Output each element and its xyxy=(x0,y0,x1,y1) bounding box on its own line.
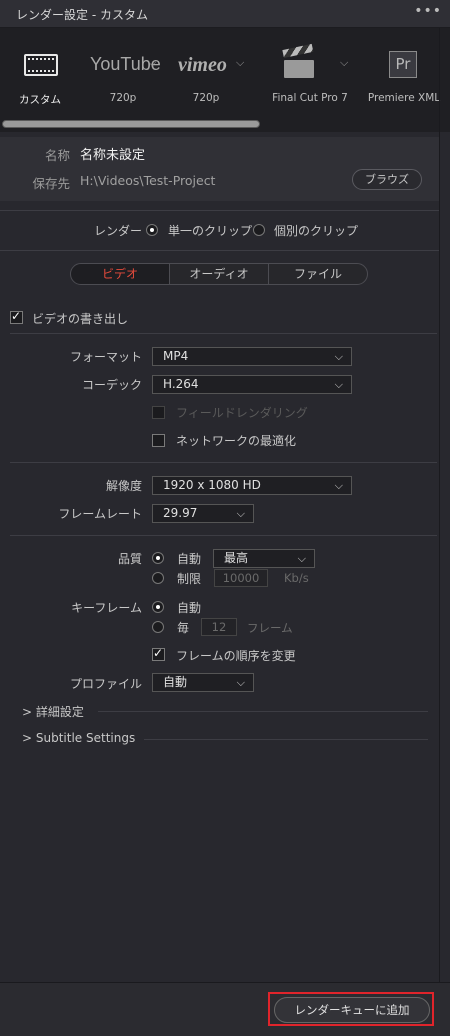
framerate-value: 29.97 xyxy=(163,506,198,520)
more-options-button[interactable]: ••• xyxy=(414,3,442,19)
network-optimization-label: ネットワークの最適化 xyxy=(176,434,297,448)
profile-dropdown[interactable]: 自動 ⌵ xyxy=(152,673,254,692)
keyframe-auto-label: 自動 xyxy=(177,601,202,615)
divider xyxy=(144,739,428,740)
network-optimization-checkbox[interactable] xyxy=(152,434,165,447)
quality-auto-radio[interactable] xyxy=(152,552,164,564)
bitrate-unit: Kb/s xyxy=(284,571,309,585)
keyframe-label: キーフレーム xyxy=(71,601,142,615)
divider xyxy=(10,535,437,536)
preset-label-premiere: Premiere XML xyxy=(367,92,441,104)
divider xyxy=(0,250,440,251)
preset-custom[interactable]: カスタム xyxy=(2,28,78,118)
codec-label: コーデック xyxy=(81,378,142,392)
chevron-down-icon[interactable]: ⌵ xyxy=(236,56,244,70)
frame-reorder-checkbox[interactable] xyxy=(152,646,165,661)
tab-audio[interactable]: オーディオ xyxy=(169,263,269,285)
window-title: レンダー設定 - カスタム xyxy=(16,8,148,22)
chevron-down-icon: ⌵ xyxy=(334,479,343,492)
export-video-label: ビデオの書き出し xyxy=(32,312,129,326)
browse-button[interactable]: ブラウズ xyxy=(352,169,422,190)
film-icon xyxy=(24,54,58,76)
keyframe-unit: フレーム xyxy=(247,621,293,635)
render-label: レンダー xyxy=(94,224,143,238)
quality-auto-label: 自動 xyxy=(177,552,202,566)
chevron-down-icon[interactable]: ⌵ xyxy=(340,56,348,70)
preset-scrollbar[interactable] xyxy=(2,120,260,128)
quality-level-dropdown[interactable]: 最高 ⌵ xyxy=(213,549,315,568)
quality-limit-label: 制限 xyxy=(177,572,202,586)
subtitle-settings-toggle[interactable]: > Subtitle Settings xyxy=(22,731,135,745)
preset-label-vimeo: 720p xyxy=(192,92,220,104)
preset-label-custom: カスタム xyxy=(19,94,61,106)
preset-vimeo[interactable]: vimeo ⌵ 720p xyxy=(166,28,246,118)
divider xyxy=(10,333,437,334)
vimeo-logo-icon: vimeo xyxy=(178,54,227,76)
preset-youtube[interactable]: YouTube ⌵ 720p xyxy=(80,28,166,118)
chevron-down-icon: ⌵ xyxy=(236,676,245,689)
profile-label: プロファイル xyxy=(69,677,142,691)
location-field[interactable]: H:\Videos\Test-Project xyxy=(80,173,215,188)
location-label: 保存先 xyxy=(32,176,70,191)
name-field[interactable]: 名称未設定 xyxy=(80,144,145,163)
keyframe-auto-radio[interactable] xyxy=(152,601,164,613)
format-label: フォーマット xyxy=(69,350,142,364)
tab-file-label: ファイル xyxy=(293,267,342,281)
render-single-label: 単一のクリップ xyxy=(168,224,253,238)
tab-video-label: ビデオ xyxy=(101,267,138,281)
chevron-down-icon: ⌵ xyxy=(334,350,343,363)
divider xyxy=(10,462,437,463)
advanced-settings-toggle[interactable]: > 詳細設定 xyxy=(22,703,84,720)
chevron-down-icon: ⌵ xyxy=(297,552,306,565)
chevron-down-icon: ⌵ xyxy=(334,378,343,391)
panel-edge xyxy=(439,28,440,982)
render-individual-label: 個別のクリップ xyxy=(274,224,359,238)
divider xyxy=(0,210,440,211)
bitrate-input[interactable]: 10000 xyxy=(214,569,268,587)
tab-video[interactable]: ビデオ xyxy=(70,263,170,285)
preset-final-cut-pro[interactable]: ⌵ Final Cut Pro 7 xyxy=(258,28,362,118)
divider xyxy=(98,711,428,712)
subtitle-settings-label: Subtitle Settings xyxy=(35,731,136,745)
framerate-label: フレームレート xyxy=(58,507,142,521)
chevron-right-icon: > xyxy=(22,731,33,745)
keyframe-every-radio[interactable] xyxy=(152,621,164,633)
export-video-checkbox[interactable] xyxy=(10,309,23,324)
chevron-right-icon: > xyxy=(22,705,33,719)
profile-value: 自動 xyxy=(163,675,188,689)
render-individual-radio[interactable] xyxy=(253,224,265,236)
add-to-render-queue-button[interactable]: レンダーキューに追加 xyxy=(274,997,430,1023)
format-dropdown[interactable]: MP4 ⌵ xyxy=(152,347,352,366)
premiere-logo-icon: Pr xyxy=(389,51,417,78)
chevron-down-icon: ⌵ xyxy=(236,507,245,520)
clapperboard-icon xyxy=(282,43,316,80)
preset-label-youtube: 720p xyxy=(109,92,137,104)
resolution-value: 1920 x 1080 HD xyxy=(163,478,261,492)
name-label: 名称 xyxy=(44,148,70,163)
quality-label: 品質 xyxy=(117,552,142,566)
advanced-settings-label: 詳細設定 xyxy=(35,705,84,719)
keyframe-every-label: 毎 xyxy=(177,621,190,635)
chevron-down-icon[interactable]: ⌵ xyxy=(148,56,156,70)
tab-audio-label: オーディオ xyxy=(189,267,249,281)
field-rendering-label: フィールドレンダリング xyxy=(176,406,308,420)
quality-level-value: 最高 xyxy=(224,551,249,565)
quality-limit-radio[interactable] xyxy=(152,572,164,584)
preset-strip: カスタム YouTube ⌵ 720p vimeo ⌵ 720p ⌵ Final… xyxy=(0,28,450,132)
tab-file[interactable]: ファイル xyxy=(268,263,368,285)
codec-value: H.264 xyxy=(163,377,199,391)
format-value: MP4 xyxy=(163,349,189,363)
framerate-dropdown[interactable]: 29.97 ⌵ xyxy=(152,504,254,523)
preset-label-fcp: Final Cut Pro 7 xyxy=(272,92,348,104)
resolution-dropdown[interactable]: 1920 x 1080 HD ⌵ xyxy=(152,476,352,495)
codec-dropdown[interactable]: H.264 ⌵ xyxy=(152,375,352,394)
resolution-label: 解像度 xyxy=(105,479,142,493)
render-single-radio[interactable] xyxy=(146,224,158,236)
keyframe-interval-input[interactable]: 12 xyxy=(201,618,237,636)
field-rendering-checkbox[interactable] xyxy=(152,406,165,419)
frame-reorder-label: フレームの順序を変更 xyxy=(176,649,296,663)
preset-premiere[interactable]: Pr Premiere XML xyxy=(364,28,444,118)
